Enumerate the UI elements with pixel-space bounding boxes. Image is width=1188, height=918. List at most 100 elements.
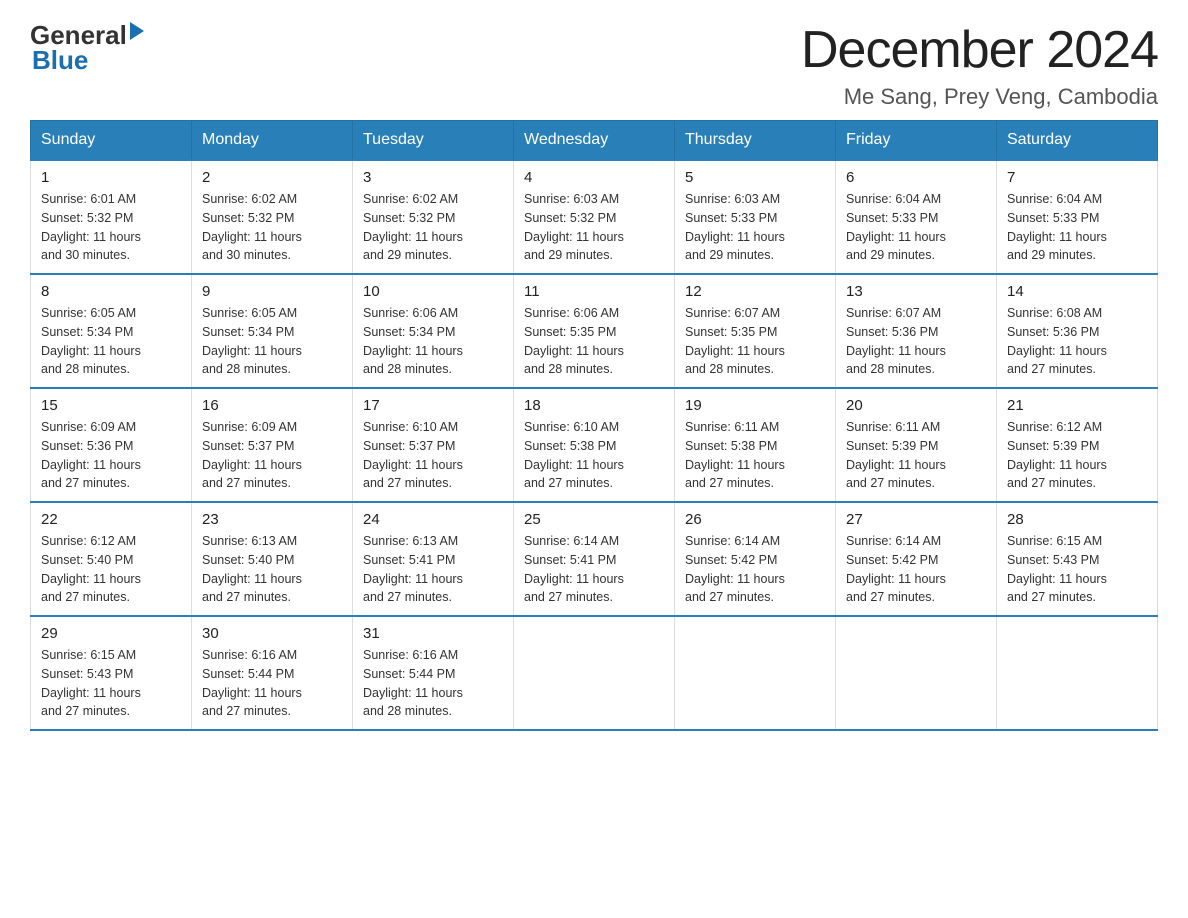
day-info: Sunrise: 6:15 AMSunset: 5:43 PMDaylight:… [41, 646, 181, 721]
day-info: Sunrise: 6:08 AMSunset: 5:36 PMDaylight:… [1007, 304, 1147, 379]
calendar-cell: 22 Sunrise: 6:12 AMSunset: 5:40 PMDaylig… [31, 502, 192, 616]
day-info: Sunrise: 6:12 AMSunset: 5:39 PMDaylight:… [1007, 418, 1147, 493]
calendar-week-row: 1 Sunrise: 6:01 AMSunset: 5:32 PMDayligh… [31, 160, 1158, 274]
day-number: 19 [685, 397, 825, 414]
day-number: 14 [1007, 283, 1147, 300]
day-number: 18 [524, 397, 664, 414]
day-number: 8 [41, 283, 181, 300]
day-number: 7 [1007, 169, 1147, 186]
day-number: 25 [524, 511, 664, 528]
calendar-week-row: 15 Sunrise: 6:09 AMSunset: 5:36 PMDaylig… [31, 388, 1158, 502]
logo-arrow-icon [130, 22, 144, 40]
day-number: 4 [524, 169, 664, 186]
day-number: 24 [363, 511, 503, 528]
day-number: 31 [363, 625, 503, 642]
day-info: Sunrise: 6:06 AMSunset: 5:34 PMDaylight:… [363, 304, 503, 379]
calendar-cell: 28 Sunrise: 6:15 AMSunset: 5:43 PMDaylig… [997, 502, 1158, 616]
day-number: 9 [202, 283, 342, 300]
calendar-cell: 19 Sunrise: 6:11 AMSunset: 5:38 PMDaylig… [675, 388, 836, 502]
calendar-cell: 1 Sunrise: 6:01 AMSunset: 5:32 PMDayligh… [31, 160, 192, 274]
calendar-cell: 7 Sunrise: 6:04 AMSunset: 5:33 PMDayligh… [997, 160, 1158, 274]
calendar-cell: 26 Sunrise: 6:14 AMSunset: 5:42 PMDaylig… [675, 502, 836, 616]
day-info: Sunrise: 6:04 AMSunset: 5:33 PMDaylight:… [1007, 190, 1147, 265]
column-header-tuesday: Tuesday [353, 121, 514, 161]
day-info: Sunrise: 6:06 AMSunset: 5:35 PMDaylight:… [524, 304, 664, 379]
page-header: General Blue December 2024 Me Sang, Prey… [30, 20, 1158, 110]
day-number: 3 [363, 169, 503, 186]
calendar-cell: 10 Sunrise: 6:06 AMSunset: 5:34 PMDaylig… [353, 274, 514, 388]
day-info: Sunrise: 6:05 AMSunset: 5:34 PMDaylight:… [202, 304, 342, 379]
day-info: Sunrise: 6:05 AMSunset: 5:34 PMDaylight:… [41, 304, 181, 379]
calendar-week-row: 22 Sunrise: 6:12 AMSunset: 5:40 PMDaylig… [31, 502, 1158, 616]
calendar-table: SundayMondayTuesdayWednesdayThursdayFrid… [30, 120, 1158, 731]
day-number: 20 [846, 397, 986, 414]
day-number: 22 [41, 511, 181, 528]
day-info: Sunrise: 6:12 AMSunset: 5:40 PMDaylight:… [41, 532, 181, 607]
logo-blue-text: Blue [32, 45, 144, 76]
calendar-cell: 29 Sunrise: 6:15 AMSunset: 5:43 PMDaylig… [31, 616, 192, 730]
day-number: 29 [41, 625, 181, 642]
day-info: Sunrise: 6:11 AMSunset: 5:38 PMDaylight:… [685, 418, 825, 493]
day-info: Sunrise: 6:10 AMSunset: 5:38 PMDaylight:… [524, 418, 664, 493]
calendar-cell: 27 Sunrise: 6:14 AMSunset: 5:42 PMDaylig… [836, 502, 997, 616]
column-header-wednesday: Wednesday [514, 121, 675, 161]
calendar-week-row: 8 Sunrise: 6:05 AMSunset: 5:34 PMDayligh… [31, 274, 1158, 388]
month-title: December 2024 [801, 20, 1158, 80]
day-number: 12 [685, 283, 825, 300]
calendar-cell: 14 Sunrise: 6:08 AMSunset: 5:36 PMDaylig… [997, 274, 1158, 388]
calendar-cell: 25 Sunrise: 6:14 AMSunset: 5:41 PMDaylig… [514, 502, 675, 616]
day-info: Sunrise: 6:07 AMSunset: 5:36 PMDaylight:… [846, 304, 986, 379]
calendar-cell: 23 Sunrise: 6:13 AMSunset: 5:40 PMDaylig… [192, 502, 353, 616]
calendar-cell [675, 616, 836, 730]
calendar-cell: 2 Sunrise: 6:02 AMSunset: 5:32 PMDayligh… [192, 160, 353, 274]
day-number: 28 [1007, 511, 1147, 528]
day-info: Sunrise: 6:03 AMSunset: 5:33 PMDaylight:… [685, 190, 825, 265]
calendar-cell: 30 Sunrise: 6:16 AMSunset: 5:44 PMDaylig… [192, 616, 353, 730]
day-number: 26 [685, 511, 825, 528]
title-block: December 2024 Me Sang, Prey Veng, Cambod… [801, 20, 1158, 110]
calendar-cell: 15 Sunrise: 6:09 AMSunset: 5:36 PMDaylig… [31, 388, 192, 502]
day-number: 30 [202, 625, 342, 642]
day-info: Sunrise: 6:14 AMSunset: 5:42 PMDaylight:… [846, 532, 986, 607]
calendar-cell [836, 616, 997, 730]
day-number: 16 [202, 397, 342, 414]
location-title: Me Sang, Prey Veng, Cambodia [801, 84, 1158, 110]
day-number: 5 [685, 169, 825, 186]
calendar-cell: 9 Sunrise: 6:05 AMSunset: 5:34 PMDayligh… [192, 274, 353, 388]
calendar-cell: 18 Sunrise: 6:10 AMSunset: 5:38 PMDaylig… [514, 388, 675, 502]
column-header-friday: Friday [836, 121, 997, 161]
calendar-cell: 17 Sunrise: 6:10 AMSunset: 5:37 PMDaylig… [353, 388, 514, 502]
day-info: Sunrise: 6:10 AMSunset: 5:37 PMDaylight:… [363, 418, 503, 493]
day-number: 11 [524, 283, 664, 300]
day-info: Sunrise: 6:01 AMSunset: 5:32 PMDaylight:… [41, 190, 181, 265]
calendar-cell [997, 616, 1158, 730]
calendar-header-row: SundayMondayTuesdayWednesdayThursdayFrid… [31, 121, 1158, 161]
column-header-sunday: Sunday [31, 121, 192, 161]
calendar-cell: 31 Sunrise: 6:16 AMSunset: 5:44 PMDaylig… [353, 616, 514, 730]
day-number: 2 [202, 169, 342, 186]
day-number: 10 [363, 283, 503, 300]
day-info: Sunrise: 6:09 AMSunset: 5:36 PMDaylight:… [41, 418, 181, 493]
calendar-cell [514, 616, 675, 730]
calendar-cell: 20 Sunrise: 6:11 AMSunset: 5:39 PMDaylig… [836, 388, 997, 502]
day-info: Sunrise: 6:16 AMSunset: 5:44 PMDaylight:… [202, 646, 342, 721]
day-info: Sunrise: 6:09 AMSunset: 5:37 PMDaylight:… [202, 418, 342, 493]
calendar-cell: 4 Sunrise: 6:03 AMSunset: 5:32 PMDayligh… [514, 160, 675, 274]
calendar-cell: 13 Sunrise: 6:07 AMSunset: 5:36 PMDaylig… [836, 274, 997, 388]
column-header-thursday: Thursday [675, 121, 836, 161]
day-info: Sunrise: 6:02 AMSunset: 5:32 PMDaylight:… [363, 190, 503, 265]
day-info: Sunrise: 6:13 AMSunset: 5:41 PMDaylight:… [363, 532, 503, 607]
day-number: 6 [846, 169, 986, 186]
calendar-cell: 16 Sunrise: 6:09 AMSunset: 5:37 PMDaylig… [192, 388, 353, 502]
calendar-cell: 21 Sunrise: 6:12 AMSunset: 5:39 PMDaylig… [997, 388, 1158, 502]
calendar-cell: 5 Sunrise: 6:03 AMSunset: 5:33 PMDayligh… [675, 160, 836, 274]
day-number: 13 [846, 283, 986, 300]
day-info: Sunrise: 6:14 AMSunset: 5:42 PMDaylight:… [685, 532, 825, 607]
column-header-monday: Monday [192, 121, 353, 161]
day-info: Sunrise: 6:11 AMSunset: 5:39 PMDaylight:… [846, 418, 986, 493]
day-info: Sunrise: 6:15 AMSunset: 5:43 PMDaylight:… [1007, 532, 1147, 607]
calendar-cell: 24 Sunrise: 6:13 AMSunset: 5:41 PMDaylig… [353, 502, 514, 616]
day-info: Sunrise: 6:13 AMSunset: 5:40 PMDaylight:… [202, 532, 342, 607]
calendar-cell: 3 Sunrise: 6:02 AMSunset: 5:32 PMDayligh… [353, 160, 514, 274]
day-info: Sunrise: 6:07 AMSunset: 5:35 PMDaylight:… [685, 304, 825, 379]
